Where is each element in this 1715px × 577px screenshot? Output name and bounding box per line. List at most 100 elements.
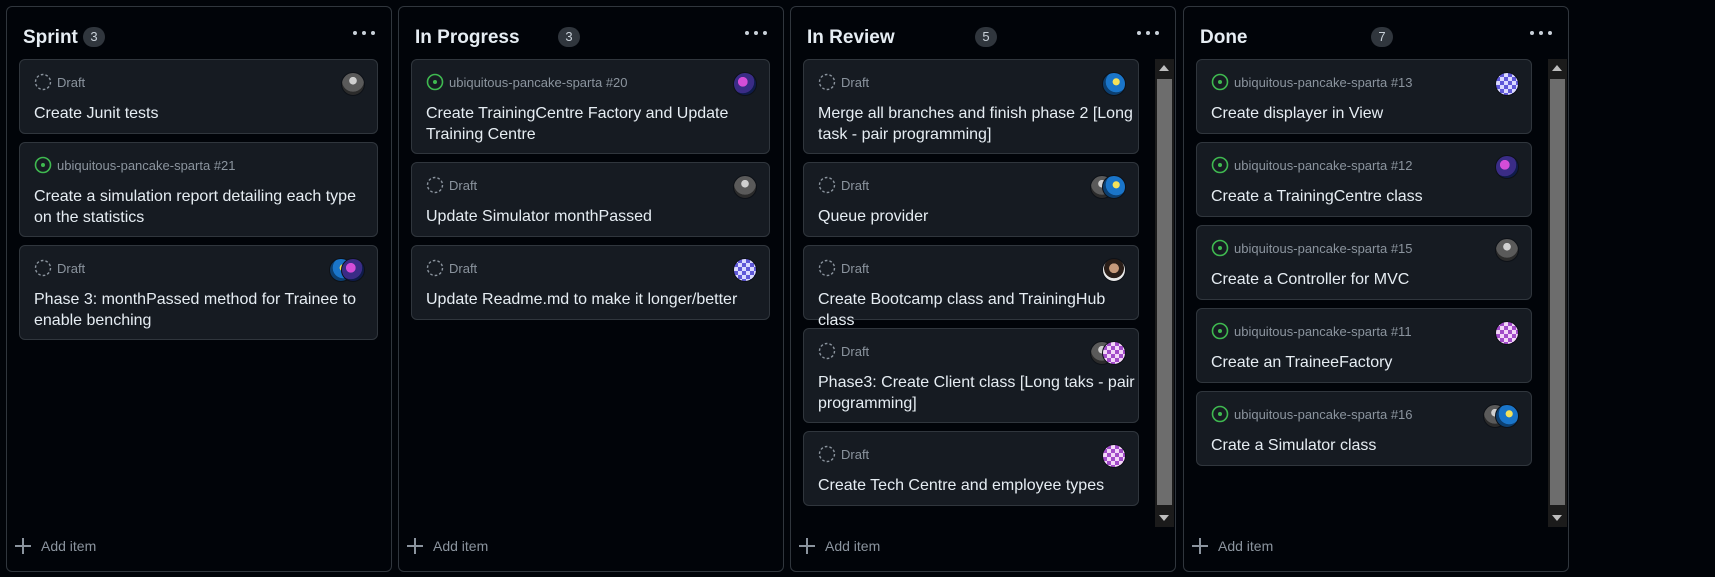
card-title-line: enable benching — [34, 312, 152, 329]
avatar[interactable] — [1102, 444, 1126, 468]
item-card[interactable]: Draft Merge all branches and finish phase… — [803, 59, 1139, 154]
avatar[interactable] — [1102, 175, 1126, 199]
card-title: Create an TraineeFactory — [1211, 352, 1392, 373]
scroll-down-arrow[interactable] — [1159, 515, 1169, 521]
avatar[interactable] — [1495, 72, 1519, 96]
scroll-up-arrow[interactable] — [1159, 65, 1169, 71]
item-card[interactable]: Draft Phase 3: monthPassed method for Tra… — [19, 245, 378, 340]
avatar[interactable] — [733, 72, 757, 96]
avatar[interactable] — [1495, 404, 1519, 428]
card-title-line: Create Bootcamp class and TrainingHub cl… — [818, 291, 1106, 329]
item-card[interactable]: ubiquitous-pancake-sparta #16 Crate a Sim… — [1196, 391, 1532, 466]
card-title-line: Update Simulator monthPassed — [426, 208, 652, 225]
draft-issue-icon — [818, 445, 836, 463]
column-done: Done 7 ubiquitous-pancake-sparta #13 Create… — [1183, 6, 1569, 572]
card-title-line: Create a TrainingCentre class — [1211, 188, 1423, 205]
item-count-badge: 5 — [975, 27, 997, 47]
column-header: In Progress 3 — [399, 7, 783, 59]
item-card[interactable]: Draft Phase3: Create Client class [Long t… — [803, 328, 1139, 423]
item-card[interactable]: ubiquitous-pancake-sparta #15 Create a Co… — [1196, 225, 1532, 300]
issue-reference: ubiquitous-pancake-sparta #12 — [1234, 158, 1413, 173]
draft-issue-icon — [818, 176, 836, 194]
card-title-line: Training Centre — [426, 126, 536, 143]
avatar[interactable] — [1495, 238, 1519, 262]
draft-issue-icon — [818, 259, 836, 277]
column-menu-icon[interactable] — [1526, 21, 1556, 43]
avatar[interactable] — [733, 175, 757, 199]
plus-icon — [799, 538, 815, 554]
scrollbar[interactable] — [1548, 59, 1567, 527]
scroll-down-arrow[interactable] — [1552, 515, 1562, 521]
card-title-line: task - pair programming] — [818, 126, 992, 143]
assignees — [329, 258, 365, 282]
scrollbar[interactable] — [1155, 59, 1174, 527]
column-menu-icon[interactable] — [349, 21, 379, 43]
card-title: Crate a Simulator class — [1211, 435, 1376, 456]
card-title: Update Simulator monthPassed — [426, 206, 652, 227]
item-card[interactable]: ubiquitous-pancake-sparta #21 Create a si… — [19, 142, 378, 237]
assignees — [1102, 258, 1126, 282]
add-item-label: Add item — [825, 538, 881, 554]
item-card[interactable]: Draft Update Readme.md to make it longer/… — [411, 245, 770, 320]
plus-icon — [407, 538, 423, 554]
card-title-line: Merge all branches and finish phase 2 [L… — [818, 105, 1133, 122]
column-title: In Review — [807, 27, 895, 48]
item-card[interactable]: ubiquitous-pancake-sparta #12 Create a Tr… — [1196, 142, 1532, 217]
assignees — [1495, 238, 1519, 262]
assignees — [1102, 444, 1126, 468]
card-title: Create a TrainingCentre class — [1211, 186, 1423, 207]
assignees — [1102, 72, 1126, 96]
draft-label: Draft — [57, 75, 86, 90]
add-item-label: Add item — [1218, 538, 1274, 554]
draft-issue-icon — [34, 259, 52, 277]
card-title-line: Create TrainingCentre Factory and Update — [426, 105, 729, 122]
scroll-up-arrow[interactable] — [1552, 65, 1562, 71]
card-title: Create TrainingCentre Factory and Update… — [426, 103, 728, 145]
item-card[interactable]: ubiquitous-pancake-sparta #13 Create disp… — [1196, 59, 1532, 134]
avatar[interactable] — [1495, 155, 1519, 179]
card-title-line: Phase3: Create Client class [Long taks -… — [818, 374, 1135, 391]
card-title: Phase 3: monthPassed method for Trainee … — [34, 289, 356, 331]
card-title: Phase3: Create Client class [Long taks -… — [818, 372, 1135, 414]
item-card[interactable]: ubiquitous-pancake-sparta #20 Create Trai… — [411, 59, 770, 154]
item-card[interactable]: Draft Create Junit tests — [19, 59, 378, 134]
assignees — [1495, 72, 1519, 96]
column-header: In Review 5 — [791, 7, 1175, 59]
column-menu-icon[interactable] — [1133, 21, 1163, 43]
plus-icon — [15, 538, 31, 554]
item-card[interactable]: Draft Create Bootcamp class and TrainingH… — [803, 245, 1139, 329]
card-title-line: Create a Controller for MVC — [1211, 271, 1410, 288]
item-card[interactable]: Draft Queue provider — [803, 162, 1139, 237]
item-count-badge: 7 — [1371, 27, 1393, 47]
item-card[interactable]: Draft Create Tech Centre and employee typ… — [803, 431, 1139, 506]
card-title-line: Create Tech Centre and employee types — [818, 477, 1105, 494]
scrollbar-thumb[interactable] — [1157, 79, 1172, 505]
avatar[interactable] — [1495, 321, 1519, 345]
item-card[interactable]: Draft Update Simulator monthPassed — [411, 162, 770, 237]
draft-label: Draft — [449, 261, 478, 276]
card-title: Merge all branches and finish phase 2 [L… — [818, 103, 1133, 145]
card-title-line: Crate a Simulator class — [1211, 437, 1377, 454]
assignees — [1495, 321, 1519, 345]
draft-issue-icon — [426, 176, 444, 194]
column-header: Done 7 — [1184, 7, 1568, 59]
avatar[interactable] — [341, 72, 365, 96]
avatar[interactable] — [341, 258, 365, 282]
column-header: Sprint 3 — [7, 7, 391, 59]
avatar[interactable] — [1102, 258, 1126, 282]
issue-reference: ubiquitous-pancake-sparta #11 — [1234, 324, 1412, 339]
issue-reference: ubiquitous-pancake-sparta #20 — [449, 75, 628, 90]
open-issue-icon — [426, 73, 444, 91]
avatar[interactable] — [1102, 72, 1126, 96]
avatar[interactable] — [1102, 341, 1126, 365]
column-menu-icon[interactable] — [741, 21, 771, 43]
open-issue-icon — [1211, 239, 1229, 257]
card-title-line: Create a simulation report detailing eac… — [34, 188, 356, 205]
card-title-line: Create an TraineeFactory — [1211, 354, 1393, 371]
draft-issue-icon — [818, 342, 836, 360]
scrollbar-thumb[interactable] — [1550, 79, 1565, 505]
card-title: Create a Controller for MVC — [1211, 269, 1409, 290]
avatar[interactable] — [733, 258, 757, 282]
assignees — [341, 72, 365, 96]
item-card[interactable]: ubiquitous-pancake-sparta #11 Create an T… — [1196, 308, 1532, 383]
